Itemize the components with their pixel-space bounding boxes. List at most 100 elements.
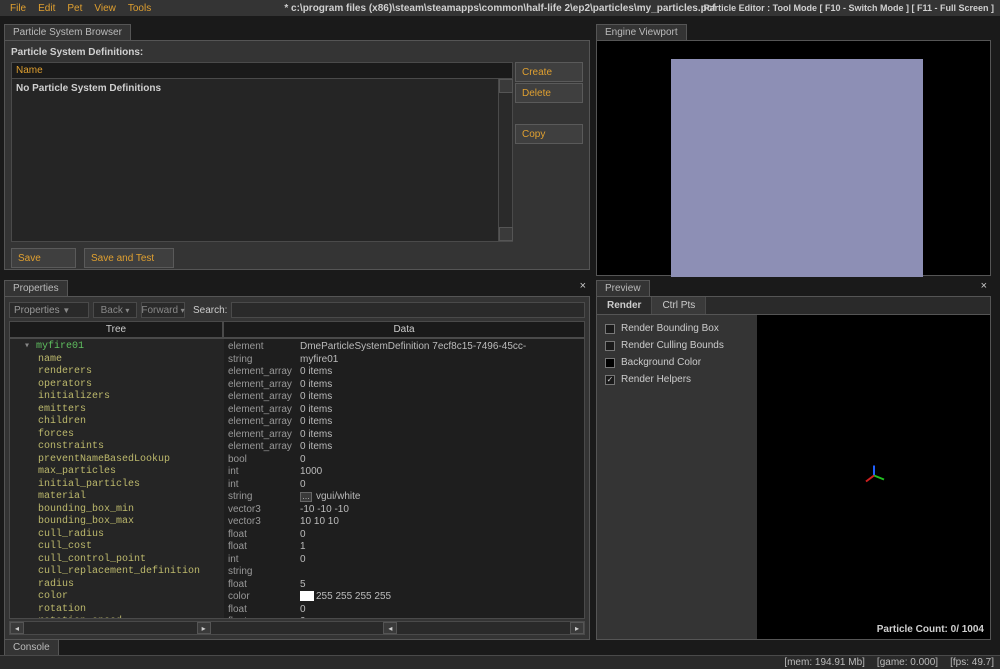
property-tree-item[interactable]: bounding_box_max bbox=[14, 516, 224, 529]
property-root-node[interactable]: myfire01 bbox=[14, 341, 224, 354]
status-mem: [mem: 194.91 Mb] bbox=[784, 657, 865, 668]
property-data-item[interactable]: float5 bbox=[224, 579, 584, 592]
psb-definitions-label: Particle System Definitions: bbox=[11, 47, 583, 58]
properties-tab[interactable]: Properties bbox=[4, 280, 68, 296]
background-color-label: Background Color bbox=[621, 357, 701, 368]
property-tree-item[interactable]: emitters bbox=[14, 404, 224, 417]
delete-button[interactable]: Delete bbox=[515, 83, 583, 103]
property-data-item[interactable]: bool0 bbox=[224, 454, 584, 467]
create-button[interactable]: Create bbox=[515, 62, 583, 82]
scroll-right-button[interactable]: ▸ bbox=[197, 622, 211, 634]
psb-scrollbar[interactable] bbox=[498, 79, 512, 241]
property-data-item[interactable]: string…vgui/white bbox=[224, 491, 584, 504]
psb-definitions-list[interactable]: Name No Particle System Definitions bbox=[11, 62, 513, 242]
tree-column-header[interactable]: Tree bbox=[9, 321, 223, 338]
title-path: * c:\program files (x86)\steam\steamapps… bbox=[284, 3, 715, 14]
property-row[interactable]: elementDmeParticleSystemDefinition 7ecf8… bbox=[224, 341, 584, 354]
property-data-item[interactable]: vector310 10 10 bbox=[224, 516, 584, 529]
property-data-item[interactable]: int1000 bbox=[224, 466, 584, 479]
property-tree-item[interactable]: constraints bbox=[14, 441, 224, 454]
menu-view[interactable]: View bbox=[88, 2, 122, 15]
property-tree-item[interactable]: forces bbox=[14, 429, 224, 442]
menu-pet[interactable]: Pet bbox=[61, 2, 88, 15]
bounding-box-checkbox[interactable] bbox=[605, 324, 615, 334]
psb-name-column[interactable]: Name bbox=[12, 63, 512, 79]
properties-close-icon[interactable]: × bbox=[580, 280, 586, 292]
property-data-item[interactable]: element_array0 items bbox=[224, 391, 584, 404]
scroll-left-button-2[interactable]: ◂ bbox=[383, 622, 397, 634]
psb-tab[interactable]: Particle System Browser bbox=[4, 24, 131, 40]
engine-viewport-panel: Engine Viewport bbox=[596, 24, 991, 274]
header-mode-status: Particle Editor : Tool Mode [ F10 - Swit… bbox=[704, 3, 994, 13]
ctrl-pts-tab[interactable]: Ctrl Pts bbox=[652, 297, 706, 314]
chevron-down-icon: ▼ bbox=[62, 306, 70, 315]
menu-tools[interactable]: Tools bbox=[122, 2, 157, 15]
property-tree-item[interactable]: cull_replacement_definition bbox=[14, 566, 224, 579]
culling-bounds-label: Render Culling Bounds bbox=[621, 340, 724, 351]
search-input[interactable] bbox=[231, 302, 585, 318]
back-button[interactable]: Back ▾ bbox=[93, 302, 137, 318]
scroll-down-button[interactable] bbox=[499, 227, 513, 241]
scroll-right-button-2[interactable]: ▸ bbox=[570, 622, 584, 634]
preview-viewport[interactable]: Particle Count: 0/ 1004 bbox=[757, 315, 990, 639]
properties-combo[interactable]: Properties ▼ bbox=[9, 302, 89, 318]
property-data-item[interactable]: element_array0 items bbox=[224, 379, 584, 392]
scroll-up-button[interactable] bbox=[499, 79, 513, 93]
property-data-item[interactable]: stringmyfire01 bbox=[224, 354, 584, 367]
property-data-item[interactable]: string bbox=[224, 566, 584, 579]
property-tree-item[interactable]: name bbox=[14, 354, 224, 367]
menu-edit[interactable]: Edit bbox=[32, 2, 61, 15]
culling-bounds-checkbox[interactable] bbox=[605, 341, 615, 351]
save-and-test-button[interactable]: Save and Test bbox=[84, 248, 174, 268]
property-data-item[interactable]: int0 bbox=[224, 554, 584, 567]
render-tab[interactable]: Render bbox=[597, 297, 652, 314]
property-data-item[interactable]: int0 bbox=[224, 479, 584, 492]
property-tree-item[interactable]: preventNameBasedLookup bbox=[14, 454, 224, 467]
property-tree-item[interactable]: initial_particles bbox=[14, 479, 224, 492]
properties-grid[interactable]: myfire01namerenderersoperatorsinitialize… bbox=[9, 338, 585, 619]
search-label: Search: bbox=[193, 305, 227, 316]
property-data-item[interactable]: element_array0 items bbox=[224, 441, 584, 454]
console-tab[interactable]: Console bbox=[4, 639, 59, 655]
property-data-item[interactable]: element_array0 items bbox=[224, 404, 584, 417]
background-color-swatch[interactable] bbox=[605, 358, 615, 368]
property-data-item[interactable]: float0 bbox=[224, 616, 584, 618]
forward-button[interactable]: Forward ▾ bbox=[141, 302, 185, 318]
property-tree-item[interactable]: color bbox=[14, 591, 224, 604]
property-tree-item[interactable]: material bbox=[14, 491, 224, 504]
property-tree-item[interactable]: operators bbox=[14, 379, 224, 392]
property-tree-item[interactable]: cull_control_point bbox=[14, 554, 224, 567]
status-bar: [mem: 194.91 Mb] [game: 0.000] [fps: 49.… bbox=[0, 655, 1000, 669]
property-data-item[interactable]: float0 bbox=[224, 529, 584, 542]
preview-tab[interactable]: Preview bbox=[596, 280, 650, 296]
property-data-item[interactable]: element_array0 items bbox=[224, 416, 584, 429]
property-data-item[interactable]: element_array0 items bbox=[224, 366, 584, 379]
engine-viewport[interactable] bbox=[596, 40, 991, 276]
property-data-item[interactable]: float1 bbox=[224, 541, 584, 554]
property-data-item[interactable]: color255 255 255 255 bbox=[224, 591, 584, 604]
property-tree-item[interactable]: cull_cost bbox=[14, 541, 224, 554]
property-data-item[interactable]: element_array0 items bbox=[224, 429, 584, 442]
property-tree-item[interactable]: bounding_box_min bbox=[14, 504, 224, 517]
render-helpers-checkbox[interactable] bbox=[605, 375, 615, 385]
preview-panel: Preview × Render Ctrl Pts Render Boundin… bbox=[596, 280, 991, 640]
property-tree-item[interactable]: renderers bbox=[14, 366, 224, 379]
property-tree-item[interactable]: initializers bbox=[14, 391, 224, 404]
status-game: [game: 0.000] bbox=[877, 657, 938, 668]
property-tree-item[interactable]: children bbox=[14, 416, 224, 429]
data-column-header[interactable]: Data bbox=[223, 321, 585, 338]
copy-button[interactable]: Copy bbox=[515, 124, 583, 144]
save-button[interactable]: Save bbox=[11, 248, 76, 268]
viewport-tab[interactable]: Engine Viewport bbox=[596, 24, 687, 40]
scroll-left-button[interactable]: ◂ bbox=[10, 622, 24, 634]
property-tree-item[interactable]: rotation bbox=[14, 604, 224, 617]
property-tree-item[interactable]: cull_radius bbox=[14, 529, 224, 542]
property-data-item[interactable]: float0 bbox=[224, 604, 584, 617]
property-tree-item[interactable]: radius bbox=[14, 579, 224, 592]
properties-hscrollbar[interactable]: ◂ ▸ ◂ ▸ bbox=[9, 621, 585, 635]
property-tree-item[interactable]: rotation_speed bbox=[14, 616, 224, 618]
preview-close-icon[interactable]: × bbox=[981, 280, 987, 292]
property-data-item[interactable]: vector3-10 -10 -10 bbox=[224, 504, 584, 517]
property-tree-item[interactable]: max_particles bbox=[14, 466, 224, 479]
menu-file[interactable]: File bbox=[4, 2, 32, 15]
